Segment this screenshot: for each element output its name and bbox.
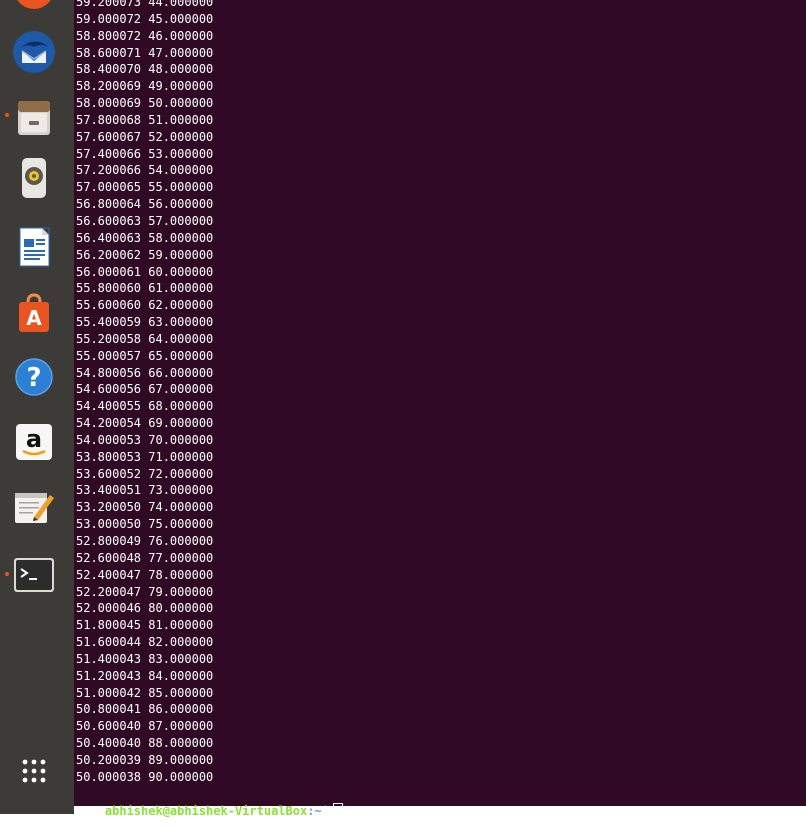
- terminal-output-line: 53.400051 73.000000: [76, 483, 214, 498]
- terminal-output-line: 50.000038 90.000000: [76, 769, 214, 784]
- prompt-symbol: $: [321, 804, 329, 818]
- terminal-icon[interactable]: [9, 550, 59, 600]
- thunderbird-icon[interactable]: [9, 27, 59, 77]
- terminal-output-line: 53.800053 71.000000: [76, 449, 214, 464]
- terminal-output-line: 56.400063 58.000000: [76, 230, 214, 245]
- terminal-output-line: 57.200066 54.000000: [76, 163, 214, 178]
- amazon-icon[interactable]: a: [9, 417, 59, 467]
- terminal-output-line: 51.800045 81.000000: [76, 618, 214, 633]
- terminal-output-line: 55.600060 62.000000: [76, 298, 214, 313]
- prompt-user-host: abhishek@abhishek-VirtualBox: [104, 804, 308, 818]
- ubuntu-software-icon[interactable]: A: [9, 288, 59, 338]
- svg-text:?: ?: [26, 363, 41, 393]
- svg-text:A: A: [26, 306, 42, 330]
- terminal-output-line: 55.400059 63.000000: [76, 315, 214, 330]
- terminal-output-line: 56.200062 59.000000: [76, 247, 214, 262]
- terminal-output-line: 54.400055 68.000000: [76, 399, 214, 414]
- terminal-output: 59.200073 44.000000 59.000072 45.000000 58…: [76, 0, 213, 786]
- terminal-output-line: 55.800060 61.000000: [76, 281, 214, 296]
- terminal-output-line: 58.200069 49.000000: [76, 79, 214, 94]
- files-icon[interactable]: [9, 93, 59, 143]
- terminal-output-line: 54.600056 67.000000: [76, 382, 214, 397]
- svg-text:a: a: [26, 425, 42, 453]
- terminal-output-line: 57.400066 53.000000: [76, 146, 214, 161]
- terminal-output-line: 55.000057 65.000000: [76, 348, 214, 363]
- help-icon[interactable]: ?: [9, 352, 59, 402]
- terminal-output-line: 52.400047 78.000000: [76, 567, 214, 582]
- ubuntu-app-icon[interactable]: [9, 0, 59, 14]
- terminal-output-line: 51.600044 82.000000: [76, 635, 214, 650]
- show-applications-icon[interactable]: [9, 746, 59, 796]
- terminal-output-line: 56.800064 56.000000: [76, 197, 214, 212]
- terminal-output-line: 57.600067 52.000000: [76, 129, 214, 144]
- terminal-window[interactable]: 59.200073 44.000000 59.000072 45.000000 58…: [74, 0, 806, 819]
- prompt-path: :~: [307, 804, 322, 818]
- terminal-output-line: 52.800049 76.000000: [76, 534, 214, 548]
- text-editor-icon[interactable]: [9, 482, 59, 532]
- rhythmbox-icon[interactable]: [9, 153, 59, 203]
- terminal-output-line: 51.200043 84.000000: [76, 668, 214, 683]
- terminal-output-line: 50.200039 89.000000: [76, 752, 214, 767]
- terminal-output-line: 57.800068 51.000000: [76, 112, 214, 127]
- terminal-output-line: 58.000069 50.000000: [76, 96, 214, 111]
- terminal-output-line: 56.000061 60.000000: [76, 264, 214, 279]
- terminal-output-line: 53.600052 72.000000: [76, 466, 214, 481]
- terminal-prompt[interactable]: abhishek@abhishek-VirtualBox:~$: [76, 786, 343, 837]
- terminal-output-line: 58.800072 46.000000: [76, 28, 214, 43]
- terminal-output-line: 55.200058 64.000000: [76, 331, 214, 346]
- terminal-output-line: 52.600048 77.000000: [76, 550, 214, 565]
- terminal-output-line: 54.200054 69.000000: [76, 416, 214, 431]
- terminal-output-line: 54.800056 66.000000: [76, 365, 214, 380]
- terminal-cursor: [332, 803, 343, 819]
- terminal-output-line: 57.000065 55.000000: [76, 180, 214, 195]
- terminal-output-line: 52.000046 80.000000: [76, 601, 214, 616]
- terminal-output-line: 53.000050 75.000000: [76, 517, 214, 532]
- terminal-output-line: 56.600063 57.000000: [76, 213, 214, 228]
- terminal-output-line: 51.400043 83.000000: [76, 651, 214, 666]
- terminal-output-line: 59.000072 45.000000: [76, 11, 214, 26]
- terminal-output-line: 50.800041 86.000000: [76, 702, 214, 717]
- terminal-output-line: 59.200073 44.000000: [76, 0, 214, 9]
- terminal-output-line: 50.600040 87.000000: [76, 719, 214, 734]
- terminal-output-line: 50.400040 88.000000: [76, 736, 214, 751]
- terminal-output-line: 58.400070 48.000000: [76, 62, 214, 77]
- dock: A ? a: [0, 0, 74, 814]
- terminal-output-line: 58.600071 47.000000: [76, 45, 214, 60]
- terminal-output-line: 53.200050 74.000000: [76, 500, 214, 515]
- terminal-output-line: 54.000053 70.000000: [76, 432, 214, 447]
- terminal-output-line: 51.000042 85.000000: [76, 685, 214, 700]
- terminal-output-line: 52.200047 79.000000: [76, 584, 214, 599]
- libreoffice-writer-icon[interactable]: [9, 222, 59, 272]
